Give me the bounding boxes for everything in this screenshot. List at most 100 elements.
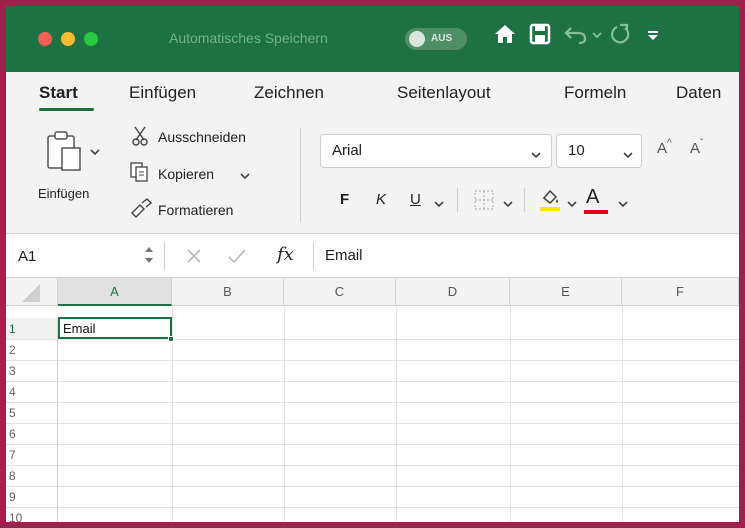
underline-button[interactable]: U — [410, 191, 421, 208]
ribbon-separator — [300, 128, 301, 222]
autosave-toggle[interactable]: AUS — [405, 28, 467, 50]
bold-button[interactable]: F — [340, 191, 349, 208]
enter-check-icon[interactable] — [228, 248, 246, 269]
active-tab-indicator — [39, 108, 94, 111]
row-header[interactable]: 2 — [6, 340, 58, 361]
column-header[interactable]: E — [510, 278, 622, 306]
save-icon[interactable] — [529, 22, 551, 54]
copy-dropdown-icon[interactable] — [240, 168, 250, 186]
borders-dropdown-icon[interactable] — [503, 196, 513, 214]
gridline — [58, 507, 739, 508]
redo-icon[interactable] — [609, 22, 635, 54]
customize-toolbar-icon[interactable] — [646, 22, 660, 54]
font-size-value: 10 — [568, 142, 585, 159]
gridline — [58, 381, 739, 382]
name-box[interactable]: A1 — [18, 248, 36, 265]
font-color-swatch — [584, 210, 608, 214]
gridline — [58, 465, 739, 466]
cut-icon[interactable] — [132, 126, 148, 151]
paste-icon[interactable] — [44, 130, 84, 179]
highlight-color-swatch — [540, 207, 560, 211]
font-color-label: A — [586, 186, 600, 208]
paste-dropdown-icon[interactable] — [90, 144, 100, 162]
cut-label[interactable]: Ausschneiden — [158, 129, 246, 145]
caret-down-icon: ˇ — [700, 138, 704, 149]
row-header[interactable]: 9 — [6, 487, 58, 508]
gridline — [58, 339, 739, 340]
gridline — [58, 423, 739, 424]
formula-bar: A1 fx Email — [6, 234, 739, 278]
minimize-window-button[interactable] — [61, 32, 75, 46]
tab-start[interactable]: Start — [39, 83, 78, 103]
tab-insert[interactable]: Einfügen — [129, 83, 196, 103]
font-name-select[interactable]: Arial — [320, 134, 552, 168]
format-painter-icon[interactable] — [130, 198, 153, 223]
grow-font-button[interactable]: A^ — [657, 138, 672, 157]
column-header[interactable]: A — [58, 278, 172, 306]
home-icon[interactable] — [493, 22, 517, 54]
cell-a1[interactable]: Email — [63, 321, 96, 336]
gridline — [58, 360, 739, 361]
grow-font-label: A — [657, 140, 668, 157]
row-header[interactable]: 4 — [6, 382, 58, 403]
spreadsheet-grid: A B C D E F 1 2 3 4 5 6 7 8 9 10 Email — [6, 278, 739, 522]
borders-icon[interactable] — [474, 190, 494, 215]
chevron-down-icon — [623, 147, 633, 165]
italic-button[interactable]: K — [376, 191, 386, 208]
gridline — [58, 486, 739, 487]
undo-dropdown-icon[interactable] — [591, 22, 603, 57]
autosave-label: Automatisches Speichern — [169, 30, 328, 46]
chevron-down-icon — [531, 147, 541, 165]
ribbon-tabs: Start Einfügen Zeichnen Seitenlayout For… — [6, 72, 739, 116]
title-bar: Automatisches Speichern AUS — [6, 6, 739, 72]
font-name-value: Arial — [332, 142, 363, 159]
row-header[interactable]: 7 — [6, 445, 58, 466]
underline-dropdown-icon[interactable] — [434, 196, 444, 214]
shrink-font-label: A — [690, 140, 701, 157]
formula-bar-separator — [164, 242, 165, 270]
copy-icon[interactable] — [130, 162, 150, 187]
row-header[interactable]: 6 — [6, 424, 58, 445]
formula-bar-separator — [313, 242, 314, 270]
fill-color-icon[interactable] — [538, 186, 562, 217]
insert-function-button[interactable]: fx — [277, 244, 294, 265]
font-color-button[interactable]: A — [586, 186, 599, 209]
tab-data[interactable]: Daten — [676, 83, 721, 103]
zoom-window-button[interactable] — [84, 32, 98, 46]
format-painter-label[interactable]: Formatieren — [158, 202, 233, 218]
cancel-icon[interactable] — [186, 248, 202, 269]
column-header[interactable]: D — [396, 278, 510, 306]
column-header[interactable]: B — [172, 278, 284, 306]
tab-page-layout[interactable]: Seitenlayout — [397, 83, 491, 103]
row-header[interactable]: 5 — [6, 403, 58, 424]
column-header[interactable]: F — [622, 278, 739, 306]
autosave-state: AUS — [431, 33, 453, 44]
row-header[interactable]: 3 — [6, 361, 58, 382]
ribbon-home: Einfügen Ausschneiden Kopieren Formatier… — [6, 116, 739, 234]
gridline — [58, 402, 739, 403]
formula-input[interactable]: Email — [325, 247, 363, 264]
toggle-knob — [409, 31, 425, 47]
row-header[interactable]: 10 — [6, 508, 58, 522]
font-size-select[interactable]: 10 — [556, 134, 642, 168]
font-color-dropdown-icon[interactable] — [618, 196, 628, 214]
fill-handle[interactable] — [168, 336, 174, 342]
copy-label[interactable]: Kopieren — [158, 166, 214, 182]
close-window-button[interactable] — [38, 32, 52, 46]
paste-label[interactable]: Einfügen — [38, 186, 89, 201]
column-header[interactable]: C — [284, 278, 396, 306]
select-all-corner[interactable] — [6, 278, 58, 306]
ribbon-separator — [457, 188, 458, 212]
excel-window: Automatisches Speichern AUS Start Einfüg… — [6, 6, 739, 522]
name-box-stepper-icon[interactable] — [144, 244, 154, 271]
caret-up-icon: ^ — [667, 138, 672, 149]
row-header[interactable]: 8 — [6, 466, 58, 487]
tab-formulas[interactable]: Formeln — [564, 83, 626, 103]
undo-icon[interactable] — [563, 22, 589, 54]
fill-color-dropdown-icon[interactable] — [567, 196, 577, 214]
gridline — [58, 444, 739, 445]
ribbon-separator — [524, 188, 525, 212]
tab-draw[interactable]: Zeichnen — [254, 83, 324, 103]
row-header[interactable]: 1 — [6, 318, 58, 340]
shrink-font-button[interactable]: Aˇ — [690, 138, 704, 157]
